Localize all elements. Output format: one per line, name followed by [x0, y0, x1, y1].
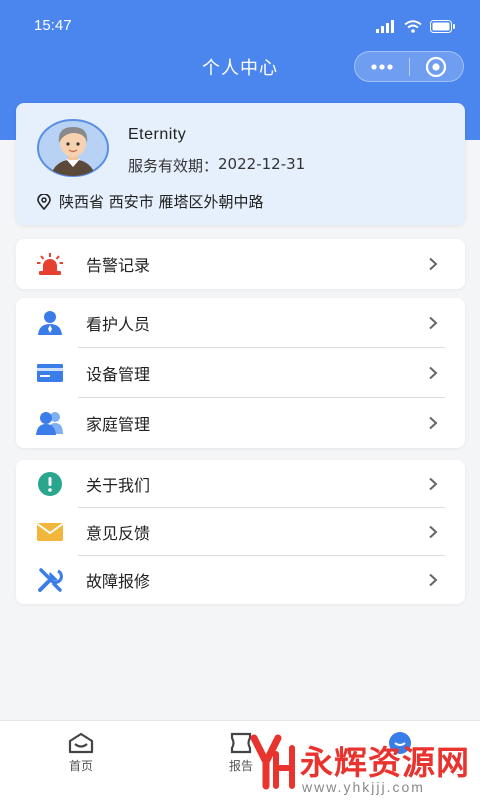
repair-tools-icon	[36, 566, 64, 594]
expiry-date: 2022-12-31	[218, 155, 306, 173]
watermark-logo	[250, 734, 295, 790]
menu-item-about-us[interactable]: 关于我们	[16, 460, 465, 508]
tab-home[interactable]: 首页	[51, 731, 111, 781]
user-name: Eternity	[128, 126, 187, 143]
expiry-label: 服务有效期：	[128, 157, 219, 175]
tab-label-home: 首页	[68, 759, 93, 773]
menu-label-repair: 故障报修	[86, 572, 151, 591]
status-icons	[376, 18, 456, 34]
status-bar: 15:47	[0, 0, 480, 52]
profile-card[interactable]: Eternity 服务有效期： 2022-12-31 陕西省 西安市 雁塔区外朝…	[16, 103, 465, 225]
address-text: 陕西省 西安市 雁塔区外朝中路	[59, 193, 264, 211]
more-button[interactable]	[355, 52, 409, 81]
menu-label-about-us: 关于我们	[86, 476, 151, 495]
status-time: 15:47	[34, 17, 72, 34]
close-circle-icon	[426, 56, 447, 77]
menu-label-alarm-records: 告警记录	[86, 256, 151, 275]
menu-item-family-management[interactable]: 家庭管理	[16, 398, 465, 448]
menu-label-device-management: 设备管理	[86, 365, 151, 384]
service-expiry: 服务有效期： 2022-12-31	[128, 155, 305, 176]
close-button[interactable]	[409, 52, 463, 81]
signal-icon	[376, 19, 394, 33]
menu-item-alarm-records[interactable]: 告警记录	[16, 239, 465, 289]
menu-label-caregivers: 看护人员	[86, 315, 151, 334]
address: 陕西省 西安市 雁塔区外朝中路	[37, 191, 264, 212]
home-icon	[68, 732, 94, 754]
menu-group-about: 关于我们 意见反馈 故障报修	[16, 460, 465, 604]
chevron-right-icon	[429, 573, 438, 587]
menu-label-family-management: 家庭管理	[86, 415, 151, 434]
chevron-right-icon	[429, 257, 438, 271]
wifi-icon	[404, 19, 422, 33]
location-pin-icon	[37, 193, 51, 210]
menu-group-management: 看护人员 设备管理 家庭管理	[16, 298, 465, 448]
envelope-icon	[36, 518, 64, 546]
family-icon	[36, 409, 64, 437]
battery-icon	[430, 19, 455, 33]
chevron-right-icon	[429, 316, 438, 330]
menu-item-repair[interactable]: 故障报修	[16, 556, 465, 604]
menu-group-alerts: 告警记录	[16, 239, 465, 289]
chevron-right-icon	[429, 416, 438, 430]
watermark: 永辉资源网 www.yhkjjj.com	[250, 732, 480, 800]
info-exclamation-icon	[36, 470, 64, 498]
caregiver-icon	[36, 309, 64, 337]
device-card-icon	[36, 359, 64, 387]
chevron-right-icon	[429, 525, 438, 539]
menu-item-caregivers[interactable]: 看护人员	[16, 298, 465, 348]
mini-program-capsule	[354, 51, 464, 82]
chevron-right-icon	[429, 366, 438, 380]
menu-label-feedback: 意见反馈	[86, 524, 151, 543]
menu-item-feedback[interactable]: 意见反馈	[16, 508, 465, 556]
alarm-icon	[36, 250, 64, 278]
watermark-url: www.yhkjjj.com	[302, 779, 425, 795]
chevron-right-icon	[429, 477, 438, 491]
menu-item-device-management[interactable]: 设备管理	[16, 348, 465, 398]
watermark-text: 永辉资源网	[300, 743, 470, 782]
avatar	[37, 119, 109, 177]
more-dots-icon	[371, 63, 393, 70]
